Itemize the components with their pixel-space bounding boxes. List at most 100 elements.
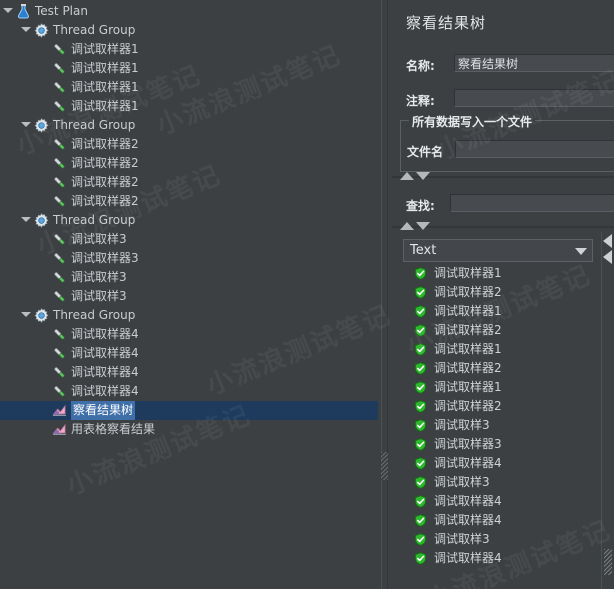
sampler-icon — [52, 173, 68, 192]
tree-node-label: 调试取样器2 — [71, 137, 139, 151]
main-vertical-splitter[interactable] — [378, 0, 392, 589]
tree-node-selected[interactable]: 察看结果树 — [0, 401, 378, 420]
renderer-selected-value: Text — [410, 243, 437, 258]
tree-node[interactable]: 调试取样器1 — [0, 40, 378, 59]
success-shield-icon — [414, 324, 427, 337]
tree-node[interactable]: 调试取样器2 — [0, 192, 378, 211]
result-list-item[interactable]: 调试取样器1 — [400, 264, 606, 283]
splitter-one-touch-buttons-2[interactable] — [400, 222, 434, 231]
expand-down-icon[interactable] — [416, 172, 430, 180]
result-list-item[interactable]: 调试取样器4 — [400, 549, 606, 568]
tree-node[interactable]: 用表格察看结果 — [0, 420, 378, 439]
flask-icon — [16, 2, 32, 21]
result-list-item[interactable]: 调试取样器2 — [400, 283, 606, 302]
tree-node[interactable]: Test Plan — [0, 2, 378, 21]
tree-node[interactable]: 调试取样3 — [0, 230, 378, 249]
collapse-up-icon[interactable] — [400, 172, 414, 180]
result-list-item[interactable]: 调试取样器1 — [400, 378, 606, 397]
gear-icon — [34, 21, 50, 40]
sampler-icon — [52, 135, 68, 154]
success-shield-icon — [414, 267, 427, 280]
result-list-item[interactable]: 调试取样器3 — [400, 435, 606, 454]
result-list-item-label: 调试取样器1 — [434, 304, 502, 318]
splitter-one-touch-buttons-1[interactable] — [400, 172, 434, 181]
results-vertical-scrollbar[interactable] — [601, 232, 614, 589]
success-shield-icon — [414, 362, 427, 375]
renderer-combobox[interactable]: Text — [403, 239, 593, 262]
success-shield-icon — [414, 476, 427, 489]
tree-node-label: 调试取样器2 — [71, 194, 139, 208]
tree-node[interactable]: 调试取样器4 — [0, 382, 378, 401]
result-list-item[interactable]: 调试取样器1 — [400, 302, 606, 321]
success-shield-icon — [414, 381, 427, 394]
tree-node[interactable]: 调试取样器1 — [0, 78, 378, 97]
result-list-item-label: 调试取样3 — [434, 532, 490, 546]
jmeter-window: Test Plan Thread Group 调试取样器1 调试取样器1 调试取样器1 调… — [0, 0, 614, 589]
result-list-item[interactable]: 调试取样器2 — [400, 397, 606, 416]
sampler-icon — [52, 363, 68, 382]
success-shield-icon — [414, 286, 427, 299]
tree-expand-collapse-toggle-icon[interactable] — [20, 116, 31, 135]
result-list-item-label: 调试取样器4 — [434, 456, 502, 470]
tree-node[interactable]: 调试取样器4 — [0, 363, 378, 382]
result-list-item[interactable]: 调试取样器4 — [400, 454, 606, 473]
filename-label: 文件名 — [407, 145, 444, 159]
tree-node[interactable]: 调试取样器2 — [0, 173, 378, 192]
result-list-item[interactable]: 调试取样器4 — [400, 492, 606, 511]
tree-node[interactable]: 调试取样器3 — [0, 249, 378, 268]
scroll-up-arrow-icon[interactable] — [603, 234, 612, 248]
result-list-item[interactable]: 调试取样器2 — [400, 321, 606, 340]
name-label: 名称: — [406, 59, 435, 73]
scroll-down-arrow-icon[interactable] — [603, 250, 612, 264]
result-list-item-label: 调试取样3 — [434, 418, 490, 432]
tree-node-label: 调试取样器4 — [71, 365, 139, 379]
sampler-icon — [52, 78, 68, 97]
tree-node[interactable]: 调试取样3 — [0, 287, 378, 306]
tree-node[interactable]: 调试取样器4 — [0, 344, 378, 363]
tree-node[interactable]: Thread Group — [0, 21, 378, 40]
tree-node[interactable]: 调试取样3 — [0, 268, 378, 287]
result-list-item-label: 调试取样3 — [434, 475, 490, 489]
tree-node-label: 调试取样器2 — [71, 156, 139, 170]
tree-node[interactable]: Thread Group — [0, 306, 378, 325]
test-plan-tree-panel[interactable]: Test Plan Thread Group 调试取样器1 调试取样器1 调试取样器1 调… — [0, 0, 378, 589]
tree-node-label: Thread Group — [53, 213, 136, 227]
tree-node[interactable]: Thread Group — [0, 211, 378, 230]
expand-down-icon-2[interactable] — [416, 222, 430, 230]
chevron-down-icon[interactable] — [575, 248, 587, 255]
tree-node-label: 调试取样器1 — [71, 99, 139, 113]
collapse-up-icon-2[interactable] — [400, 222, 414, 230]
tree-expand-collapse-toggle-icon[interactable] — [20, 211, 31, 230]
result-list-item-label: 调试取样器1 — [434, 266, 502, 280]
tree-expand-collapse-toggle-icon[interactable] — [20, 21, 31, 40]
write-all-data-to-file-title: 所有数据写入一个文件 — [409, 113, 536, 130]
success-shield-icon — [414, 514, 427, 527]
tree-node[interactable]: 调试取样器2 — [0, 154, 378, 173]
tree-node[interactable]: Thread Group — [0, 116, 378, 135]
tree-node-label: Thread Group — [53, 23, 136, 37]
tree-node[interactable]: 调试取样器1 — [0, 97, 378, 116]
gear-icon — [34, 211, 50, 230]
panel-resize-grip[interactable] — [604, 549, 612, 575]
result-list-item[interactable]: 调试取样3 — [400, 416, 606, 435]
result-list-item[interactable]: 调试取样器4 — [400, 511, 606, 530]
test-plan-tree[interactable]: Test Plan Thread Group 调试取样器1 调试取样器1 调试取样器1 调… — [0, 2, 378, 439]
tree-node[interactable]: 调试取样器1 — [0, 59, 378, 78]
tree-node-label: 调试取样3 — [71, 270, 127, 284]
result-list-item[interactable]: 调试取样器2 — [400, 359, 606, 378]
sampler-results-list[interactable]: 调试取样器1 调试取样器2 调试取样器1 调试取样器2 调试取样器1 调试取样器2 调试取样… — [400, 264, 606, 577]
result-list-item[interactable]: 调试取样3 — [400, 530, 606, 549]
comment-input[interactable] — [454, 89, 614, 107]
find-input[interactable] — [450, 194, 614, 212]
name-input[interactable]: 察看结果树 — [454, 54, 614, 72]
result-list-item[interactable]: 调试取样器1 — [400, 340, 606, 359]
tree-expand-collapse-toggle-icon[interactable] — [20, 306, 31, 325]
tree-expand-collapse-toggle-icon[interactable] — [2, 2, 13, 21]
success-shield-icon — [414, 400, 427, 413]
splitter-grip[interactable] — [381, 452, 388, 480]
result-list-item[interactable]: 调试取样3 — [400, 473, 606, 492]
filename-input[interactable] — [455, 140, 614, 158]
tree-node[interactable]: 调试取样器4 — [0, 325, 378, 344]
result-list-item-label: 调试取样器1 — [434, 380, 502, 394]
tree-node[interactable]: 调试取样器2 — [0, 135, 378, 154]
